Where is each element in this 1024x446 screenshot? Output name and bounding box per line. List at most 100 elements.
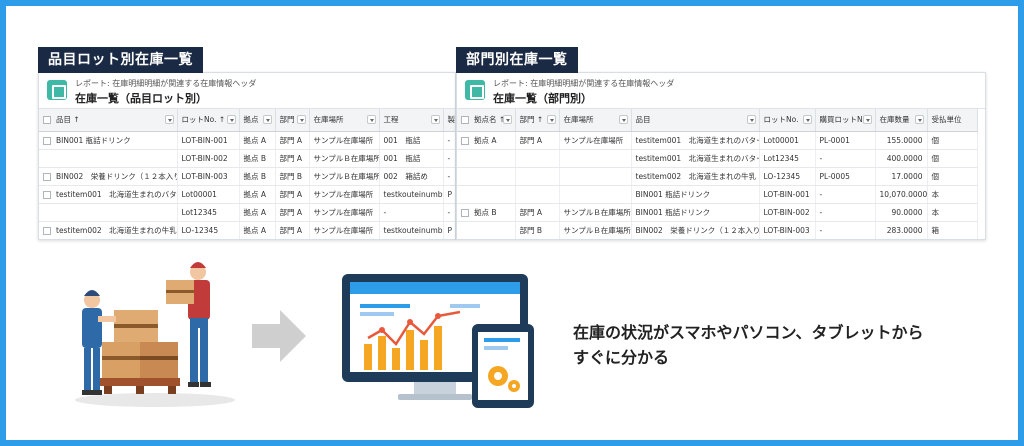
table-cell-dept[interactable]: 部門 A (275, 203, 310, 222)
table-cell-unit[interactable]: 箱 (927, 221, 978, 239)
select-all-checkbox[interactable] (43, 116, 51, 125)
table-cell-unit[interactable]: 個 (927, 131, 978, 150)
table-cell-loc[interactable] (559, 149, 632, 168)
table-cell-site[interactable] (457, 221, 516, 239)
table-cell-dept[interactable]: 部門 A (275, 149, 310, 168)
column-header-dept[interactable]: 部門 ↑ (515, 109, 560, 132)
chevron-down-icon[interactable] (164, 115, 174, 124)
column-header-unit[interactable]: 受払単位 (927, 109, 978, 132)
table-cell-loc[interactable]: サンプルＢ在庫場所 (559, 221, 632, 239)
table-cell-proc[interactable]: - (379, 203, 444, 222)
table-cell-dept[interactable]: 部門 A (275, 185, 310, 204)
table-cell-site[interactable] (457, 185, 516, 204)
row-checkbox[interactable] (43, 136, 51, 145)
table-cell-site[interactable]: 拠点 B (457, 203, 516, 222)
table-cell-item[interactable]: testitem001 北海道生まれのバター (631, 149, 760, 168)
table-cell-loc[interactable]: サンプル在庫場所 (559, 131, 632, 150)
table-cell-unit[interactable]: 個 (927, 149, 978, 168)
table-cell-site[interactable]: 拠点 A (457, 131, 516, 150)
table-cell-dept[interactable] (515, 167, 560, 186)
column-header-dept[interactable]: 部門 (275, 109, 310, 132)
table-cell-proc[interactable]: testkouteinumber (379, 221, 444, 239)
table-cell-dept[interactable]: 部門 A (275, 131, 310, 150)
table-cell-item[interactable] (39, 149, 178, 168)
row-checkbox[interactable] (43, 172, 51, 181)
table-cell-item[interactable]: testitem001 北海道生まれのバター (631, 131, 760, 150)
table-cell-site[interactable]: 拠点 A (239, 131, 276, 150)
column-header-location[interactable]: 在庫場所 (309, 109, 380, 132)
chevron-down-icon[interactable] (802, 115, 812, 124)
table-cell-item[interactable]: testitem001 北海道生まれのバター (39, 185, 178, 204)
chevron-down-icon[interactable] (546, 115, 556, 124)
column-header-lot[interactable]: ロットNo. (759, 109, 816, 132)
chevron-down-icon[interactable] (862, 115, 872, 124)
column-header-extra[interactable]: 製 (443, 109, 455, 132)
table-cell-item[interactable]: BIN002 栄養ドリンク（１２本入り） (631, 221, 760, 239)
chevron-down-icon[interactable] (262, 115, 272, 124)
table-cell-loc[interactable]: サンプルＢ在庫場所 (309, 167, 380, 186)
dept-report-tag: 部門別在庫一覧 (456, 47, 578, 73)
table-cell-site[interactable] (457, 167, 516, 186)
table-cell-proc[interactable]: testkouteinumber (379, 185, 444, 204)
column-header-process[interactable]: 工程 (379, 109, 444, 132)
table-cell-loc[interactable] (559, 185, 632, 204)
report-header: レポート: 在庫明細明細が関連する在庫情報ヘッダ 在庫一覧（部門別） (457, 73, 985, 109)
table-cell-site[interactable]: 拠点 A (239, 185, 276, 204)
table-cell-item[interactable]: testitem002 北海道生まれの牛乳 (631, 167, 760, 186)
table-cell-loc[interactable]: サンプル在庫場所 (309, 203, 380, 222)
table-cell-item[interactable]: testitem002 北海道生まれの牛乳 (39, 221, 178, 239)
table-cell-loc[interactable]: サンプルＢ在庫場所 (559, 203, 632, 222)
table-cell-dept[interactable] (515, 149, 560, 168)
table-cell-dept[interactable]: 部門 B (515, 221, 560, 239)
column-header-quantity[interactable]: 在庫数量 (875, 109, 928, 132)
table-cell-site[interactable]: 拠点 A (239, 203, 276, 222)
chevron-down-icon[interactable] (746, 115, 756, 124)
column-header-location[interactable]: 在庫場所 (559, 109, 632, 132)
table-cell-unit[interactable]: 本 (927, 185, 978, 204)
table-cell-dept[interactable]: 部門 A (275, 221, 310, 239)
table-cell-loc[interactable]: サンプルＢ在庫場所 (309, 149, 380, 168)
chevron-down-icon[interactable] (502, 115, 512, 124)
table-cell-item[interactable]: BIN002 栄養ドリンク（１２本入り） (39, 167, 178, 186)
table-cell-site[interactable]: 拠点 A (239, 221, 276, 239)
column-header-purchase-lot[interactable]: 購買ロットNo. (815, 109, 876, 132)
table-cell-dept[interactable] (515, 185, 560, 204)
table-cell-proc[interactable]: 001 瓶詰 (379, 131, 444, 150)
table-cell-dept[interactable]: 部門 A (515, 203, 560, 222)
row-checkbox[interactable] (461, 136, 469, 145)
table-cell-unit[interactable]: 個 (927, 167, 978, 186)
column-header-site[interactable]: 拠点 (239, 109, 276, 132)
row-checkbox[interactable] (461, 208, 469, 217)
table-cell-loc[interactable] (559, 167, 632, 186)
column-header-lot[interactable]: ロットNo. ↑ (177, 109, 240, 132)
chevron-down-icon[interactable] (366, 115, 376, 124)
table-cell-proc[interactable]: 002 箱詰め (379, 167, 444, 186)
select-all-checkbox[interactable] (461, 116, 469, 125)
table-cell-loc[interactable]: サンプル在庫場所 (309, 131, 380, 150)
row-checkbox[interactable] (43, 190, 51, 199)
table-cell-item[interactable]: BIN001 瓶詰ドリンク (631, 185, 760, 204)
table-cell-item[interactable]: BIN001 瓶詰ドリンク (631, 203, 760, 222)
chevron-down-icon[interactable] (296, 115, 306, 124)
chevron-down-icon[interactable] (914, 115, 924, 124)
table-cell-item[interactable] (39, 203, 178, 222)
column-header-site[interactable]: 拠点名 ↑ (457, 109, 516, 132)
table-cell-dept[interactable]: 部門 B (275, 167, 310, 186)
table-cell-x: P (443, 185, 455, 204)
table-cell-item[interactable]: BIN001 瓶詰ドリンク (39, 131, 178, 150)
table-cell-site[interactable] (457, 149, 516, 168)
table-cell-dept[interactable]: 部門 A (515, 131, 560, 150)
table-cell-proc[interactable]: 001 瓶詰 (379, 149, 444, 168)
column-header-item[interactable]: 品目 (631, 109, 760, 132)
cell-value: 部門 A (279, 189, 303, 199)
table-cell-loc[interactable]: サンプル在庫場所 (309, 185, 380, 204)
table-cell-site[interactable]: 拠点 B (239, 149, 276, 168)
table-cell-unit[interactable]: 本 (927, 203, 978, 222)
chevron-down-icon[interactable] (430, 115, 440, 124)
column-header-item[interactable]: 品目 ↑ (39, 109, 178, 132)
row-checkbox[interactable] (43, 226, 51, 235)
chevron-down-icon[interactable] (618, 115, 628, 124)
chevron-down-icon[interactable] (226, 115, 236, 124)
table-cell-site[interactable]: 拠点 B (239, 167, 276, 186)
table-cell-loc[interactable]: サンプル在庫場所 (309, 221, 380, 239)
